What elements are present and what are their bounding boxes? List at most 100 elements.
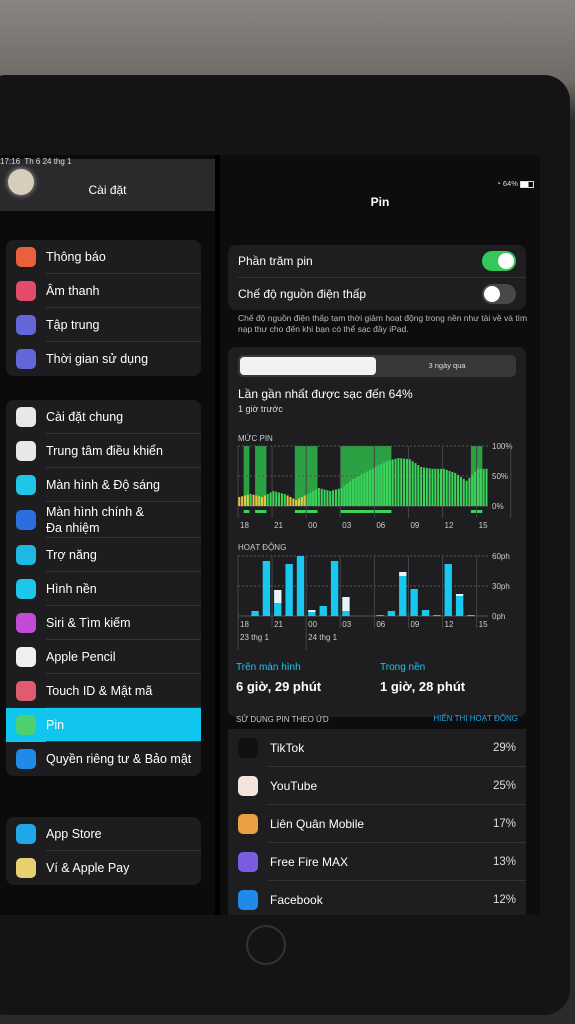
battery-level-bar [440, 468, 443, 506]
sidebar-item[interactable]: Tập trung [6, 308, 201, 342]
bell-icon [16, 247, 36, 267]
battery-level-bar [442, 468, 445, 506]
battery-level-bar [425, 467, 428, 506]
background-bar [342, 597, 350, 611]
sidebar-item[interactable]: Apple Pencil [6, 640, 201, 674]
battery-level-bar [252, 494, 255, 506]
moon-icon [16, 315, 36, 335]
battery-level-bar [474, 471, 477, 506]
x-tick-label: 09 [410, 521, 419, 530]
battery-level-bar [272, 491, 275, 506]
sidebar-item[interactable]: Màn hình & Độ sáng [6, 468, 201, 502]
x-tick-label: 12 [445, 521, 454, 530]
sidebar-item[interactable]: Hình nền [6, 572, 201, 606]
battery-level-bar [349, 481, 352, 506]
youtube-icon [238, 776, 258, 796]
screen-on-value: 6 giờ, 29 phút [236, 679, 322, 694]
battery-level-bar [323, 489, 326, 506]
sidebar-item-label: Pin [46, 718, 65, 732]
sidebar-item[interactable]: Touch ID & Mật mã [6, 674, 201, 708]
low-power-toggle[interactable] [482, 284, 516, 304]
background-bar [455, 594, 464, 596]
app-percent: 29% [492, 742, 516, 754]
sidebar-item[interactable]: Trung tâm điều khiển [6, 434, 201, 468]
sidebar-item-label: Thời gian sử dụng [46, 352, 149, 366]
battery-level-bar [363, 473, 366, 506]
battery-level-bar [297, 498, 300, 506]
x-tick-label: 06 [376, 620, 385, 629]
app-usage-row[interactable]: YouTube 25% [228, 767, 526, 805]
battery-level-bar [454, 473, 457, 506]
app-percent: 25% [492, 780, 516, 792]
settings-group: App Store Ví & Apple Pay [6, 817, 201, 885]
home-button[interactable] [246, 925, 286, 965]
battery-level-bar [280, 493, 283, 506]
battery-level-bar [428, 468, 431, 506]
battery-level-bar [434, 468, 437, 506]
sidebar-title: Cài đặt [88, 183, 127, 197]
app-usage-row[interactable]: Liên Quân Mobile 17% [228, 805, 526, 843]
low-power-label: Chế độ nguồn điện thấp [238, 287, 367, 301]
screen-bar [421, 610, 430, 616]
screen-on-label: Trên màn hình [236, 662, 301, 673]
screen-bar [342, 611, 350, 616]
status-time: 17:16 Th 6 24 thg 1 [0, 157, 72, 166]
sidebar-item-label: Màn hình chính & Đa nhiệm [46, 504, 144, 535]
tab-24h[interactable] [240, 357, 376, 375]
background-bar [399, 572, 407, 576]
sidebar-item[interactable]: Pin [6, 708, 201, 742]
sidebar-item[interactable]: Màn hình chính & Đa nhiệm [6, 502, 201, 538]
battery-level-bar [394, 458, 397, 506]
sidebar-item[interactable]: Trợ năng [6, 538, 201, 572]
battery-level-bar [414, 463, 417, 506]
flower-icon [16, 579, 36, 599]
battery-level-bar [289, 497, 292, 506]
sidebar-item[interactable]: Quyền riêng tư & Bảo mật [6, 742, 201, 776]
sidebar-item[interactable]: Âm thanh [6, 274, 201, 308]
battery-level-bar [471, 474, 474, 506]
battery-level-bar [283, 494, 286, 506]
app-usage-row[interactable]: Facebook 12% [228, 881, 526, 915]
battery-level-bar [243, 495, 247, 506]
battery-percentage-label: Phần trăm pin [238, 254, 313, 268]
battery-level-bar [417, 465, 420, 506]
sidebar-item[interactable]: Ví & Apple Pay [6, 851, 201, 885]
sidebar-nav-bar: Cài đặt [0, 159, 215, 211]
battery-percentage-toggle[interactable] [482, 251, 516, 271]
battery-level-bar [337, 488, 340, 506]
battery-level-bar [391, 459, 394, 506]
x-tick-label: 00 [308, 521, 317, 530]
battery-level-bar [374, 467, 377, 506]
sidebar-item[interactable]: Thời gian sử dụng [6, 342, 201, 376]
app-usage-row[interactable]: TikTok 29% [228, 729, 526, 767]
battery-level-bar [300, 497, 303, 506]
sidebar-item[interactable]: App Store [6, 817, 201, 851]
show-activity-link[interactable]: HIỂN THỊ HOẠT ĐỘNG [433, 714, 518, 723]
low-power-row: Chế độ nguồn điện thấp [228, 278, 526, 310]
accessibility-icon [16, 545, 36, 565]
settings-group: Thông báo Âm thanh Tập trung Thời gian sử d… [6, 240, 201, 376]
background-label: Trong nền [380, 662, 426, 673]
battery-percent: 64% [502, 179, 518, 188]
sidebar-item[interactable]: Cài đặt chung [6, 400, 201, 434]
sidebar-item-label: Cài đặt chung [46, 410, 124, 424]
wifi-icon: ◔ [496, 179, 501, 188]
x-tick-label: 18 [240, 620, 249, 629]
sidebar: Cài đặt 17:16 Th 6 24 thg 1 Thông báo Âm … [0, 155, 215, 915]
app-store-icon [16, 824, 36, 844]
x-tick-label: 21 [274, 620, 283, 629]
sidebar-item-label: Siri & Tìm kiếm [46, 616, 131, 630]
x-tick-label: 09 [410, 620, 419, 629]
screen-bar [251, 611, 259, 616]
sidebar-item[interactable]: Siri & Tìm kiếm [6, 606, 201, 640]
game-icon [238, 852, 258, 872]
text-size-icon [16, 475, 36, 495]
last-charge: Lần gần nhất được sạc đến 64% [238, 387, 413, 401]
screen-bar [433, 615, 441, 616]
app-name: TikTok [270, 741, 305, 755]
battery-level-bar [380, 464, 383, 506]
sidebar-item[interactable]: Thông báo [6, 240, 201, 274]
app-usage-row[interactable]: Free Fire MAX 13% [228, 843, 526, 881]
battery-level-bar [306, 494, 309, 506]
tab-3-days[interactable]: 3 ngày qua [378, 355, 516, 377]
